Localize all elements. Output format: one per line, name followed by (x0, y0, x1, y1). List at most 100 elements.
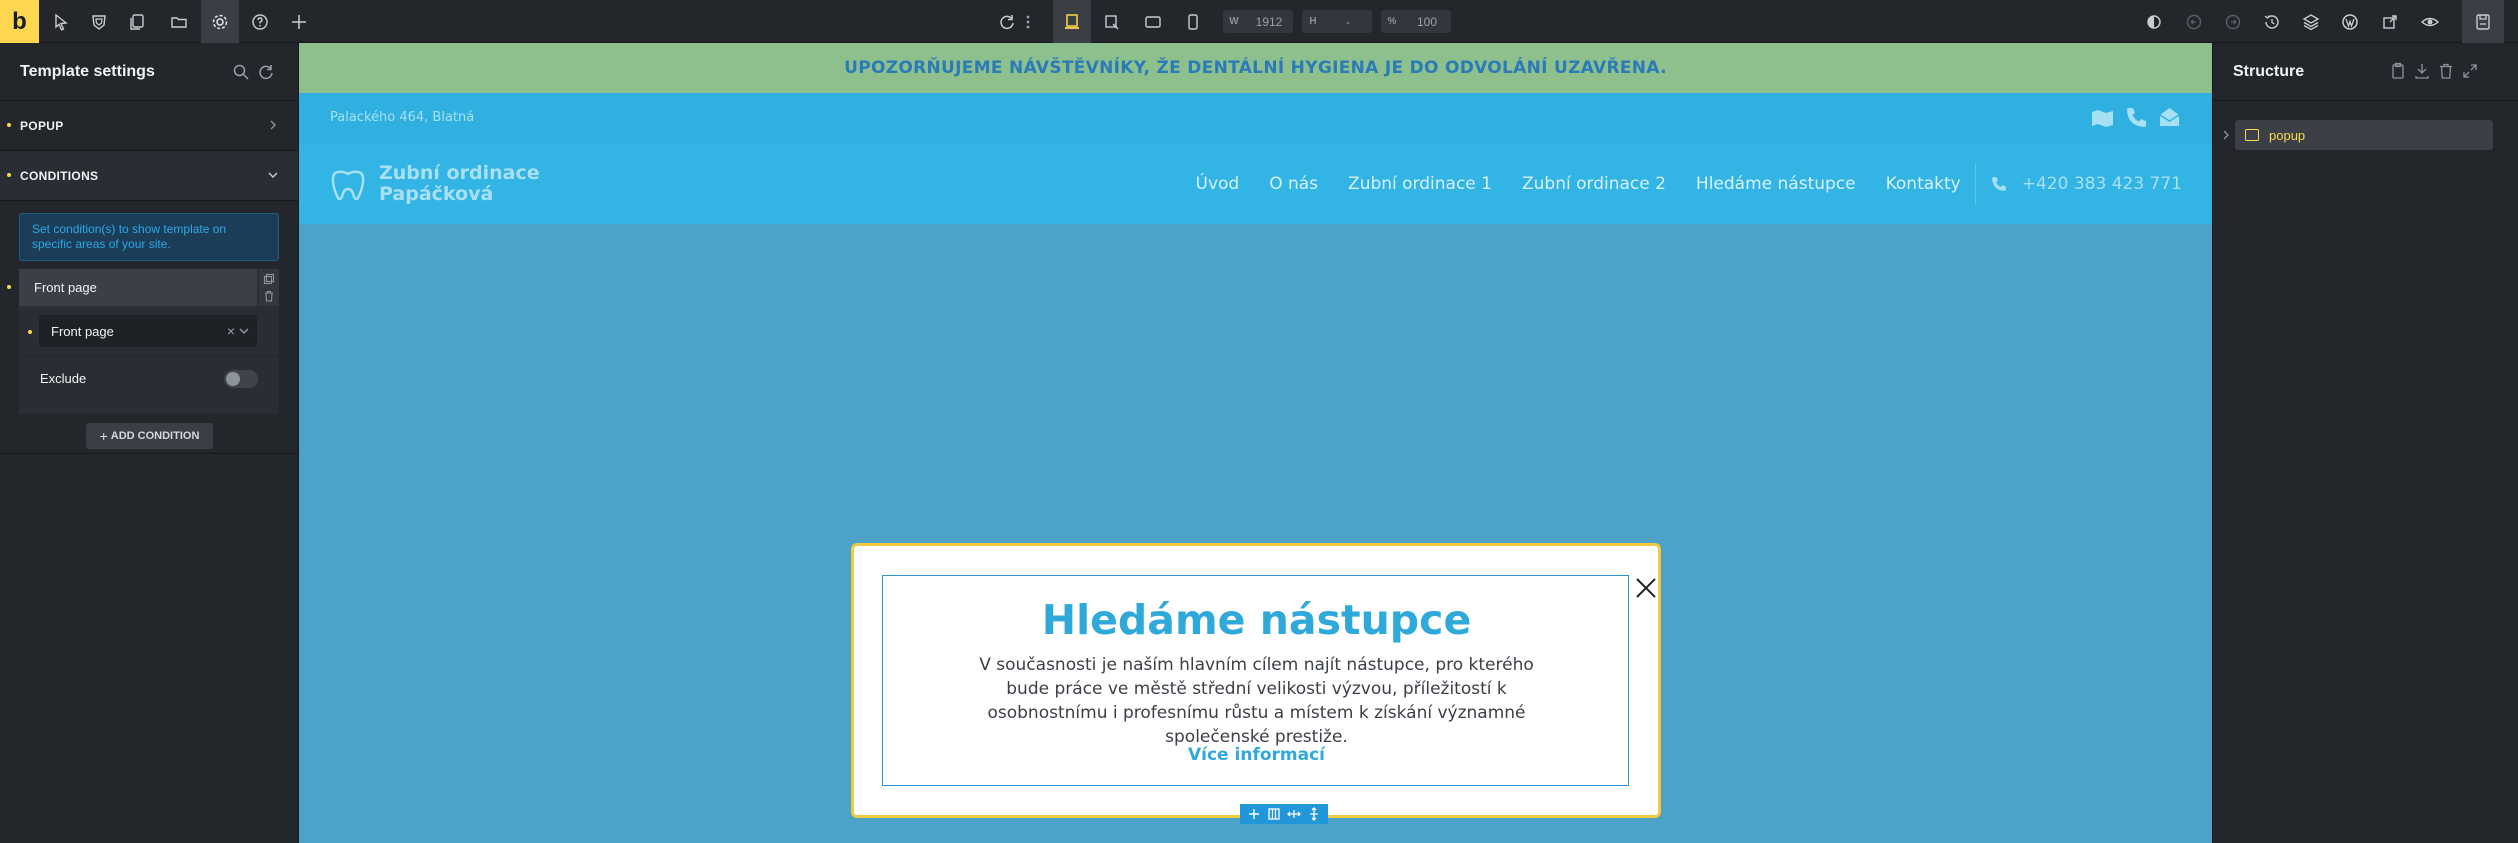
nav-item-kontakty[interactable]: Kontakty (1886, 174, 1961, 194)
expand-icon[interactable] (2461, 62, 2479, 80)
condition-header[interactable]: Front page (19, 269, 257, 306)
width-label: W (1229, 16, 1239, 27)
structure-panel: Structure popup (2212, 43, 2518, 843)
modified-indicator (7, 285, 11, 289)
clone-icon[interactable] (263, 273, 275, 285)
condition-select[interactable]: Front page × (39, 315, 257, 347)
popup-more-link[interactable]: Více informací (883, 745, 1630, 765)
tooth-logo-icon[interactable] (328, 165, 368, 205)
tablet-landscape-icon[interactable] (1134, 0, 1172, 43)
popup-title[interactable]: Hledáme nástupce (883, 596, 1630, 644)
site-brand[interactable]: Zubní ordinace Papáčková (379, 163, 540, 205)
width-value[interactable]: 1912 (1245, 15, 1293, 29)
shield-icon[interactable] (80, 0, 118, 43)
chevron-down-icon[interactable] (238, 325, 250, 337)
nav-phone[interactable]: +420 383 423 771 (2022, 174, 2182, 194)
nav-item-uvod[interactable]: Úvod (1196, 174, 1240, 194)
refresh-icon[interactable] (993, 0, 1021, 43)
pointer-icon[interactable] (42, 0, 80, 43)
save-icon[interactable] (2462, 0, 2504, 43)
chevron-right-icon[interactable] (2221, 129, 2231, 141)
add-icon[interactable] (280, 0, 318, 43)
site-topbar: Palackého 464, Blatná (299, 93, 2212, 143)
modified-indicator (28, 330, 32, 334)
clipboard-icon[interactable] (2389, 62, 2407, 80)
contrast-icon[interactable] (2135, 0, 2173, 43)
mail-icon[interactable] (2157, 105, 2182, 130)
preview-eye-icon[interactable] (2411, 0, 2449, 43)
top-toolbar: b W 1912 H - % 100 (0, 0, 2518, 43)
site-nav: Úvod O nás Zubní ordinace 1 Zubní ordina… (1166, 143, 2182, 224)
search-icon[interactable] (232, 63, 250, 81)
external-link-icon[interactable] (2371, 0, 2409, 43)
preview-canvas[interactable]: UPOZORŇUJEME NÁVŠTĚVNÍKY, ŽE DENTÁLNÍ HY… (299, 43, 2212, 843)
nav-divider (1974, 163, 1976, 204)
settings-gear-icon[interactable] (201, 0, 239, 43)
modified-indicator (7, 123, 11, 127)
nav-item-o-nas[interactable]: O nás (1269, 174, 1318, 194)
popup-text[interactable]: V současnosti je naším hlavním cílem naj… (963, 653, 1550, 749)
download-icon[interactable] (2413, 62, 2431, 80)
template-settings-panel: Template settings POPUP CONDITIONS Set c… (0, 43, 299, 843)
laptop-breakpoint-icon[interactable] (1093, 0, 1131, 43)
section-conditions[interactable]: CONDITIONS (0, 151, 298, 201)
site-navbar: Zubní ordinace Papáčková Úvod O nás Zubn… (299, 143, 2212, 224)
phone-icon (1991, 176, 2006, 191)
structure-header: Structure (2213, 43, 2518, 101)
phone-icon[interactable] (2124, 105, 2149, 130)
help-icon[interactable] (241, 0, 279, 43)
redo-icon[interactable] (2214, 0, 2252, 43)
condition-select-row: Front page × (19, 306, 279, 356)
structure-item-popup[interactable]: popup (2235, 120, 2493, 150)
element-toolbar (1240, 804, 1328, 824)
brand-line-1: Zubní ordinace (379, 162, 540, 184)
nav-item-ordinace-1[interactable]: Zubní ordinace 1 (1348, 174, 1492, 194)
height-value[interactable]: - (1324, 15, 1372, 29)
structure-title: Structure (2233, 62, 2305, 80)
add-element-icon[interactable] (1247, 807, 1261, 821)
undo-icon[interactable] (2175, 0, 2213, 43)
mobile-icon[interactable] (1174, 0, 1212, 43)
brand-line-2: Papáčková (379, 183, 494, 205)
wordpress-icon[interactable] (2331, 0, 2369, 43)
resize-horizontal-icon[interactable] (1287, 807, 1301, 821)
clear-icon[interactable]: × (227, 323, 235, 339)
width-field[interactable]: W 1912 (1223, 10, 1293, 33)
zoom-field[interactable]: % 100 (1381, 10, 1451, 33)
resize-vertical-icon[interactable] (1307, 807, 1321, 821)
pages-icon[interactable] (118, 0, 156, 43)
nav-item-ordinace-2[interactable]: Zubní ordinace 2 (1522, 174, 1666, 194)
condition-actions (259, 269, 279, 306)
section-label: POPUP (20, 118, 64, 133)
zoom-value[interactable]: 100 (1403, 15, 1451, 29)
more-vertical-icon[interactable] (1021, 0, 1035, 43)
site-address: Palackého 464, Blatná (330, 110, 475, 125)
popup-content[interactable]: Hledáme nástupce V současnosti je naším … (882, 575, 1630, 824)
add-condition-button[interactable]: + ADD CONDITION (86, 423, 213, 449)
map-icon[interactable] (2090, 105, 2115, 130)
chevron-right-icon (270, 120, 276, 130)
history-icon[interactable] (2253, 0, 2291, 43)
reset-icon[interactable] (257, 63, 275, 81)
popup[interactable]: Hledáme nástupce V současnosti je naším … (851, 543, 1661, 824)
select-value: Front page (51, 323, 114, 339)
desktop-breakpoint-icon[interactable] (1053, 0, 1091, 43)
add-condition-label: ADD CONDITION (110, 430, 200, 442)
trash-icon[interactable] (263, 290, 275, 302)
conditions-content: Set condition(s) to show template on spe… (0, 201, 298, 454)
section-label: CONDITIONS (20, 168, 99, 183)
folder-icon[interactable] (160, 0, 198, 43)
structure-item-label: popup (2269, 127, 2306, 143)
nav-item-hledame-nastupce[interactable]: Hledáme nástupce (1696, 174, 1856, 194)
exclude-toggle[interactable] (224, 370, 258, 388)
trash-icon[interactable] (2437, 62, 2455, 80)
height-field[interactable]: H - (1302, 10, 1372, 33)
notice-bar: UPOZORŇUJEME NÁVŠTĚVNÍKY, ŽE DENTÁLNÍ HY… (299, 43, 2212, 93)
section-popup[interactable]: POPUP (0, 101, 298, 151)
condition-item: Front page Front page × Exclude (7, 269, 279, 414)
app-logo[interactable]: b (0, 0, 39, 43)
layers-icon[interactable] (2292, 0, 2330, 43)
close-icon[interactable] (1632, 574, 1660, 602)
columns-icon[interactable] (1267, 807, 1281, 821)
conditions-info: Set condition(s) to show template on spe… (19, 213, 279, 261)
